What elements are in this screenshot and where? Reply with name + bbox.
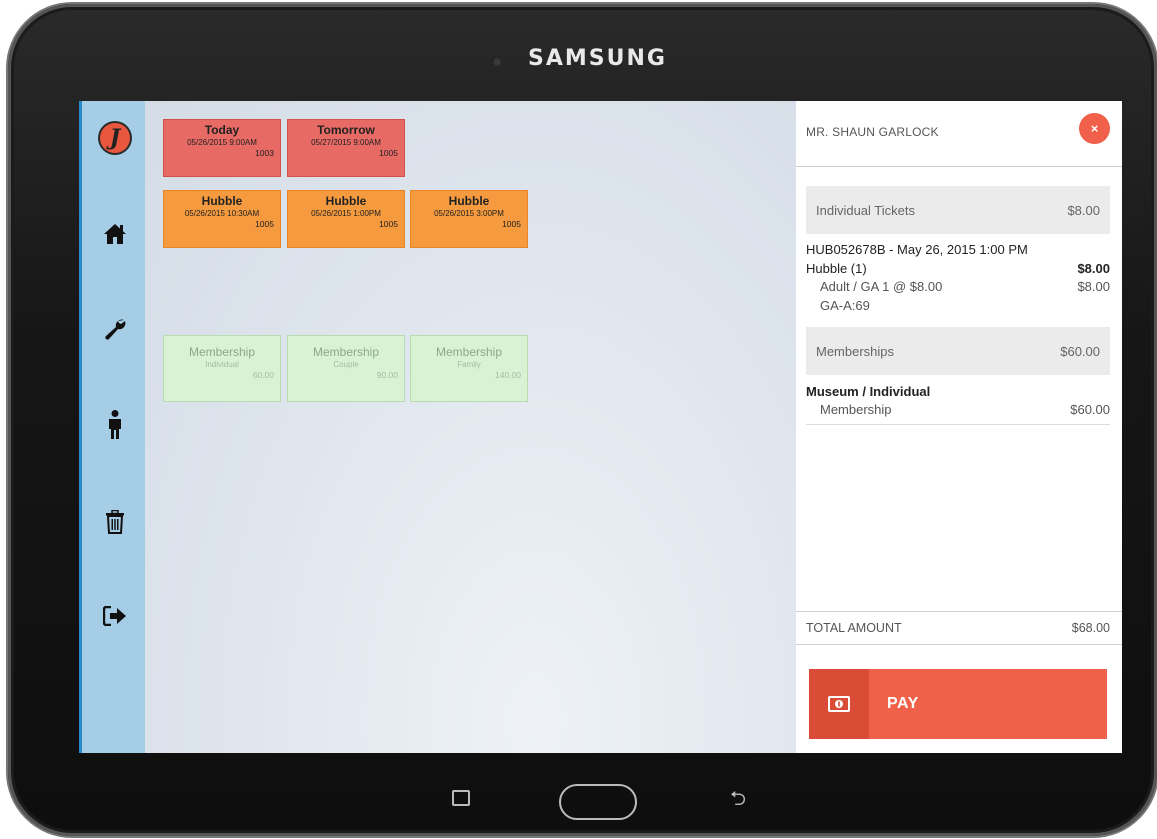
tile-count: 1005 [379,219,398,229]
event-tile-hubble-300[interactable]: Hubble 05/26/2015 3:00PM 1005 [410,190,528,248]
line-item-detail: Adult / GA 1 @ $8.00 [820,279,943,294]
section-label: Memberships [816,343,895,359]
home-hardware-button[interactable] [559,784,637,820]
membership-tile-individual[interactable]: Membership Individual 60.00 [163,335,281,402]
membership-tile-couple[interactable]: Membership Couple 90.00 [287,335,405,402]
sidebar-item-settings[interactable] [85,309,145,349]
tile-count: 1003 [255,148,274,158]
event-tile-today[interactable]: Today 05/26/2015 9:00AM 1003 [163,119,281,177]
home-icon [104,224,126,244]
sidebar-item-home[interactable] [85,214,145,254]
divider [806,424,1110,425]
tile-title: Membership [435,345,503,359]
event-tile-hubble-100[interactable]: Hubble 05/26/2015 1:00PM 1005 [287,190,405,248]
sidebar-item-person[interactable] [85,405,145,445]
pay-button[interactable]: PAY [809,669,1107,739]
trash-icon [106,510,124,534]
device-brand: SAMSUNG [528,46,667,71]
tile-date: 05/27/2015 9:00AM [311,138,381,147]
total-label: TOTAL AMOUNT [806,621,902,635]
tile-subtitle: Family [457,360,481,369]
app-screen: J Today 05/26/2015 9:00AM 1003 Tomorrow … [79,101,1122,753]
tile-title: Membership [188,345,256,359]
line-item-detail-amount: $60.00 [1070,402,1110,417]
recent-apps-button[interactable] [452,790,470,806]
tile-date: 05/26/2015 3:00PM [434,209,504,218]
sidebar-item-delete[interactable] [85,502,145,542]
sidebar: J [79,101,148,753]
tile-price: 140.00 [495,370,521,380]
wrench-icon [105,319,126,340]
line-item-amount: $8.00 [1077,261,1110,276]
tile-date: 05/26/2015 10:30AM [184,209,260,218]
tile-price: 90.00 [376,370,398,380]
logo-icon: J [100,123,130,153]
cart-panel: MR. SHAUN GARLOCK × Individual Tickets $… [796,101,1122,753]
sidebar-item-logout[interactable] [85,596,145,636]
divider [796,166,1122,167]
section-label: Individual Tickets [816,202,915,218]
line-item-hubble[interactable]: Hubble (1) [806,261,867,276]
tile-subtitle: Couple [333,360,359,369]
section-amount: $8.00 [1067,202,1100,218]
tile-count: 1005 [379,148,398,158]
tile-title: Tomorrow [317,123,375,137]
pay-label: PAY [887,695,919,712]
tile-title: Hubble [325,194,367,208]
tile-date: 05/26/2015 9:00AM [187,138,257,147]
event-tile-tomorrow[interactable]: Tomorrow 05/27/2015 9:00AM 1005 [287,119,405,177]
seat-label: GA-A:69 [820,298,870,313]
pay-icon-box [809,669,869,739]
tile-count: 1005 [255,219,274,229]
event-grid: Today 05/26/2015 9:00AM 1003 Tomorrow 05… [145,101,796,753]
event-tile-hubble-1030[interactable]: Hubble 05/26/2015 10:30AM 1005 [163,190,281,248]
close-icon: × [1090,121,1099,136]
line-item-detail: Membership [820,402,892,417]
order-number: HUB052678B - May 26, 2015 1:00 PM [806,242,1028,257]
section-amount: $60.00 [1060,343,1100,359]
back-button[interactable]: ⮌ [730,788,746,808]
line-item-museum[interactable]: Museum / Individual [806,384,930,399]
memberships-section-header: Memberships $60.00 [806,327,1110,375]
total-row: TOTAL AMOUNT $68.00 [796,611,1122,645]
sign-out-icon [103,606,126,626]
tile-count: 1005 [502,219,521,229]
tile-title: Membership [312,345,380,359]
tile-title: Today [204,123,240,137]
money-icon [828,696,850,712]
tablet-frame: SAMSUNG ⮌ J Today 05/26/2015 9:00AM 1003… [8,4,1157,836]
tile-price: 60.00 [252,370,274,380]
membership-tile-family[interactable]: Membership Family 140.00 [410,335,528,402]
close-button[interactable]: × [1079,113,1110,144]
camera-icon [492,57,502,67]
tickets-section-header: Individual Tickets $8.00 [806,186,1110,234]
tile-title: Hubble [448,194,490,208]
app-logo[interactable]: J [85,118,145,158]
total-amount: $68.00 [1071,621,1110,635]
customer-name: MR. SHAUN GARLOCK [806,125,939,139]
tile-title: Hubble [201,194,243,208]
person-icon [109,410,121,439]
tile-date: 05/26/2015 1:00PM [311,209,381,218]
tile-subtitle: Individual [205,360,239,369]
line-item-detail-amount: $8.00 [1077,279,1110,294]
